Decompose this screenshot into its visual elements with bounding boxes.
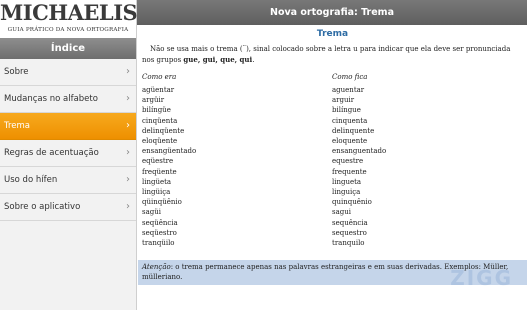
watermark-logo: ZIGG xyxy=(450,266,513,290)
sidebar-item-regras-acentuacao[interactable]: Regras de acentuação › xyxy=(0,140,136,167)
word-item: seqüestro xyxy=(142,228,177,237)
sidebar-item-label: Sobre xyxy=(4,67,29,77)
word-item: bilíngüe xyxy=(142,106,171,115)
new-word-list: aguentar arguir bilíngue cinquenta delinquen… xyxy=(332,85,386,248)
index-header: Índice xyxy=(0,38,136,59)
word-item: delinqüente xyxy=(142,126,185,135)
word-item: eloqüente xyxy=(142,137,178,146)
word-item: tranquilo xyxy=(332,239,365,248)
word-item: frequente xyxy=(332,167,367,176)
intro-end: . xyxy=(252,55,255,64)
sidebar: MICHAELIS GUIA PRÁTICO DA NOVA ORTOGRAFI… xyxy=(0,0,138,310)
michaelis-logo: MICHAELIS GUIA PRÁTICO DA NOVA ORTOGRAFI… xyxy=(0,0,138,38)
sidebar-item-uso-hifen[interactable]: Uso do hífen › xyxy=(0,167,136,194)
word-item: sagui xyxy=(332,208,351,217)
sidebar-item-label: Regras de acentuação xyxy=(4,148,99,158)
word-item: linguiça xyxy=(332,188,361,197)
column-header-old: Como era xyxy=(142,73,177,81)
sidebar-item-label: Uso do hífen xyxy=(4,175,58,185)
sidebar-item-label: Mudanças no alfabeto xyxy=(4,94,98,104)
column-old: Como era agüentar argüir bilíngüe cinqüenta… xyxy=(142,72,196,248)
old-word-list: agüentar argüir bilíngüe cinqüenta delinqüen… xyxy=(142,85,196,248)
word-item: ensanguentado xyxy=(332,147,387,156)
word-item: argüir xyxy=(142,96,165,105)
chevron-right-icon: › xyxy=(126,147,130,158)
word-item: freqüente xyxy=(142,167,177,176)
logo-subtitle: GUIA PRÁTICO DA NOVA ORTOGRAFIA xyxy=(7,27,129,33)
page-title-bar: Nova ortografia: Trema xyxy=(137,0,527,25)
word-item: sequência xyxy=(332,218,368,227)
sidebar-item-sobre[interactable]: Sobre › xyxy=(0,59,136,86)
word-item: seqüência xyxy=(142,218,178,227)
column-header-new: Como fica xyxy=(332,73,368,81)
word-item: cinqüenta xyxy=(142,116,178,125)
word-item: sequestro xyxy=(332,228,367,237)
intro-groups: gue, gui, que, qui xyxy=(183,54,253,64)
logo-title: MICHAELIS xyxy=(0,0,138,25)
sidebar-item-label: Trema xyxy=(4,121,30,131)
chevron-right-icon: › xyxy=(126,66,130,77)
chevron-right-icon: › xyxy=(126,201,130,212)
sidebar-item-trema[interactable]: Trema › xyxy=(0,113,136,140)
word-item: agüentar xyxy=(142,86,175,94)
index-menu: Sobre › Mudanças no alfabeto › Trema › Regr… xyxy=(0,59,136,221)
word-item: sagüi xyxy=(142,208,161,217)
sidebar-item-sobre-aplicativo[interactable]: Sobre o aplicativo › xyxy=(0,194,136,221)
word-item: equestre xyxy=(332,157,364,166)
column-new: Como fica aguentar arguir bilíngue cinquent… xyxy=(332,72,386,248)
word-item: qüinqüênio xyxy=(142,198,182,207)
word-item: eloquente xyxy=(332,137,368,146)
word-item: tranqüilo xyxy=(142,239,175,248)
word-item: lingüiça xyxy=(142,188,171,197)
intro-paragraph: Não se usa mais o trema (¨), sinal coloc… xyxy=(142,45,521,65)
word-item: cinquenta xyxy=(332,116,368,125)
chevron-right-icon: › xyxy=(126,120,130,131)
word-item: bilíngue xyxy=(332,106,361,115)
chevron-right-icon: › xyxy=(126,174,130,185)
sidebar-item-label: Sobre o aplicativo xyxy=(4,202,81,212)
chevron-right-icon: › xyxy=(126,93,130,104)
section-heading: Trema xyxy=(316,29,349,39)
word-item: aguentar xyxy=(332,86,365,94)
note-label: Atenção xyxy=(142,263,171,271)
sidebar-item-mudancas-alfabeto[interactable]: Mudanças no alfabeto › xyxy=(0,86,136,113)
word-item: quinquênio xyxy=(332,198,372,207)
word-item: eqüestre xyxy=(142,157,174,166)
word-item: lingüeta xyxy=(142,177,172,186)
word-item: delinquente xyxy=(332,126,375,135)
word-item: ensangüentado xyxy=(142,147,197,156)
word-item: arguir xyxy=(332,96,355,105)
word-item: lingueta xyxy=(332,177,362,186)
